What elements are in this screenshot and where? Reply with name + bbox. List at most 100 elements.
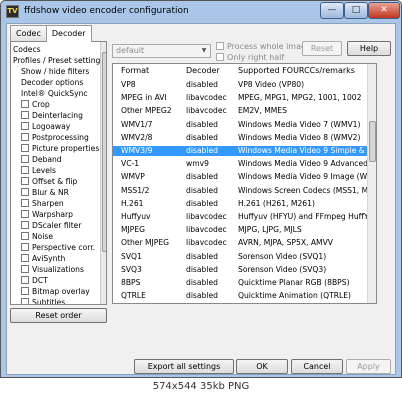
checkbox-icon[interactable] <box>21 243 29 251</box>
checkbox-icon[interactable] <box>21 166 29 174</box>
checkbox-icon[interactable] <box>21 177 29 185</box>
tree-item-label: Perspective corr. <box>32 243 96 252</box>
table-cell: VP8 Video (VP80) <box>238 80 305 89</box>
tree-item[interactable]: DCT <box>21 275 48 286</box>
column-header-format[interactable]: Format <box>121 66 149 75</box>
tree-item[interactable]: Noise <box>21 231 53 242</box>
tree-item[interactable]: Blur & NR <box>21 187 69 198</box>
maximize-button[interactable]: □ <box>344 2 368 19</box>
table-row[interactable]: VC-1 wmv9 Windows Media Video 9 Advanced P… <box>113 159 369 169</box>
table-cell: Windows Media Video 9 Simple & Mai... <box>238 146 368 155</box>
grid-scrollbar[interactable] <box>367 64 376 303</box>
reset-button[interactable]: Reset <box>302 41 342 56</box>
tree-item[interactable]: Bitmap overlay <box>21 286 90 297</box>
checkbox-icon[interactable] <box>21 298 29 304</box>
checkbox-icon[interactable] <box>21 111 29 119</box>
table-row[interactable]: QTRLE disabled Quicktime Animation (QTRLE) <box>113 291 369 301</box>
checkbox-icon[interactable] <box>21 122 29 130</box>
tree-item[interactable]: Warpsharp <box>21 209 73 220</box>
tree-item[interactable]: Decoder options <box>21 77 83 88</box>
tree-item[interactable]: Codecs <box>13 44 41 55</box>
table-row[interactable]: WMV2/8 disabled Windows Media Video 8 (WMV… <box>113 133 369 143</box>
checkbox-icon[interactable] <box>21 287 29 295</box>
export-settings-button[interactable]: Export all settings <box>134 359 234 374</box>
checkbox-icon[interactable] <box>21 199 29 207</box>
table-row[interactable]: H.261 disabled H.261 (H261, M261) <box>113 199 369 209</box>
tree-item-label: Postprocessing <box>32 133 89 142</box>
table-row[interactable]: MPEG in AVI libavcodec MPEG, MPG1, MPG2, 1… <box>113 93 369 103</box>
tree-item[interactable]: Intel® QuickSync <box>21 88 88 99</box>
table-row[interactable]: SVQ1 disabled Sorenson Video (SVQ1) <box>113 252 369 262</box>
table-cell: disabled <box>186 172 218 182</box>
table-cell: H.261 <box>121 198 144 208</box>
filter-tree[interactable]: Codecs Profiles / Preset settings Show / h… <box>10 41 107 305</box>
tab-decoder[interactable]: Decoder <box>45 25 92 42</box>
tree-item[interactable]: Offset & flip <box>21 176 77 187</box>
table-row[interactable]: VP8 disabled VP8 Video (VP80) <box>113 80 369 90</box>
checkbox-icon[interactable] <box>21 100 29 108</box>
checkbox-icon[interactable] <box>21 133 29 141</box>
reset-order-button[interactable]: Reset order <box>10 308 107 323</box>
tree-item[interactable]: Deband <box>21 154 62 165</box>
checkbox-icon[interactable] <box>21 265 29 273</box>
tree-item[interactable]: Subtitles <box>21 297 66 305</box>
tree-item[interactable]: Logoaway <box>21 121 70 132</box>
only-right-half-checkbox[interactable]: Only right half <box>216 53 284 62</box>
table-cell: disabled <box>186 278 218 287</box>
table-row[interactable]: MSS1/2 disabled Windows Screen Codecs (MSS… <box>113 186 369 196</box>
table-cell: disabled <box>186 80 218 89</box>
cancel-button[interactable]: Cancel <box>291 359 343 374</box>
table-row[interactable]: Other MPEG2 libavcodec EM2V, MMES <box>113 106 369 116</box>
column-header-remarks[interactable]: Supported FOURCCs/remarks <box>238 66 355 75</box>
minimize-button[interactable]: — <box>320 2 344 19</box>
table-cell: disabled <box>186 119 218 129</box>
tree-scroll-thumb[interactable] <box>102 52 106 252</box>
tree-item[interactable]: DScaler filter <box>21 220 81 231</box>
tab-codec[interactable]: Codec <box>10 25 47 41</box>
tree-scrollbar[interactable] <box>100 42 106 304</box>
table-row[interactable]: Huffyuv libavcodec Huffyuv (HFYU) and FFmp… <box>113 212 369 222</box>
table-row[interactable]: Other MJPEG libavcodec AVRN, MJPA, SP5X, A… <box>113 238 369 248</box>
table-row[interactable]: MJPEG libavcodec MJPG, LJPG, MJLS <box>113 225 369 235</box>
table-cell: WMV1/7 <box>121 119 153 129</box>
tree-item[interactable]: Deinterlacing <box>21 110 83 121</box>
title-bar[interactable]: TV ffdshow video encoder configuration —… <box>1 1 401 23</box>
help-button[interactable]: Help <box>347 41 391 56</box>
checkbox-icon[interactable] <box>21 254 29 262</box>
checkbox-icon[interactable] <box>21 144 29 152</box>
profile-select-value: default <box>116 46 145 55</box>
tree-item[interactable]: Perspective corr. <box>21 242 95 253</box>
tree-item[interactable]: Picture properties <box>21 143 99 154</box>
tree-item-label: Subtitles <box>32 298 66 305</box>
table-row[interactable]: WMVP disabled Windows Media Video 9 Image … <box>113 172 369 182</box>
tree-item[interactable]: Profiles / Preset settings <box>13 55 104 66</box>
table-row[interactable]: WMV3/9 disabled Windows Media Video 9 Simp… <box>113 146 369 156</box>
tree-item[interactable]: Postprocessing <box>21 132 89 143</box>
tree-item[interactable]: Levels <box>21 165 56 176</box>
close-button[interactable]: ✕ <box>368 2 400 19</box>
grid-scroll-thumb[interactable] <box>369 121 376 162</box>
chevron-down-icon: ▼ <box>201 47 207 54</box>
checkbox-icon[interactable] <box>21 221 29 229</box>
profile-select[interactable]: default ▼ <box>112 44 211 58</box>
tree-item[interactable]: Visualizations <box>21 264 84 275</box>
codec-grid[interactable]: Format Decoder Supported FOURCCs/remarks… <box>112 63 377 304</box>
checkbox-icon[interactable] <box>21 155 29 163</box>
table-cell: WMV3/9 <box>121 146 153 155</box>
checkbox-icon[interactable] <box>21 232 29 240</box>
apply-button[interactable]: Apply <box>346 359 391 374</box>
tree-item[interactable]: Show / hide filters <box>21 66 89 77</box>
tree-item[interactable]: Sharpen <box>21 198 64 209</box>
process-whole-image-checkbox[interactable]: Process whole image <box>216 42 311 51</box>
table-row[interactable]: WMV1/7 disabled Windows Media Video 7 (WMV… <box>113 120 369 130</box>
ok-button[interactable]: OK <box>236 359 288 374</box>
table-cell: libavcodec <box>186 212 227 221</box>
checkbox-icon[interactable] <box>21 188 29 196</box>
table-row[interactable]: SVQ3 disabled Sorenson Video (SVQ3) <box>113 265 369 275</box>
tree-item[interactable]: AviSynth <box>21 253 65 264</box>
checkbox-icon[interactable] <box>21 210 29 218</box>
column-header-decoder[interactable]: Decoder <box>186 66 220 75</box>
tree-item[interactable]: Crop <box>21 99 50 110</box>
checkbox-icon[interactable] <box>21 276 29 284</box>
table-row[interactable]: 8BPS disabled Quicktime Planar RGB (8BPS) <box>113 278 369 288</box>
